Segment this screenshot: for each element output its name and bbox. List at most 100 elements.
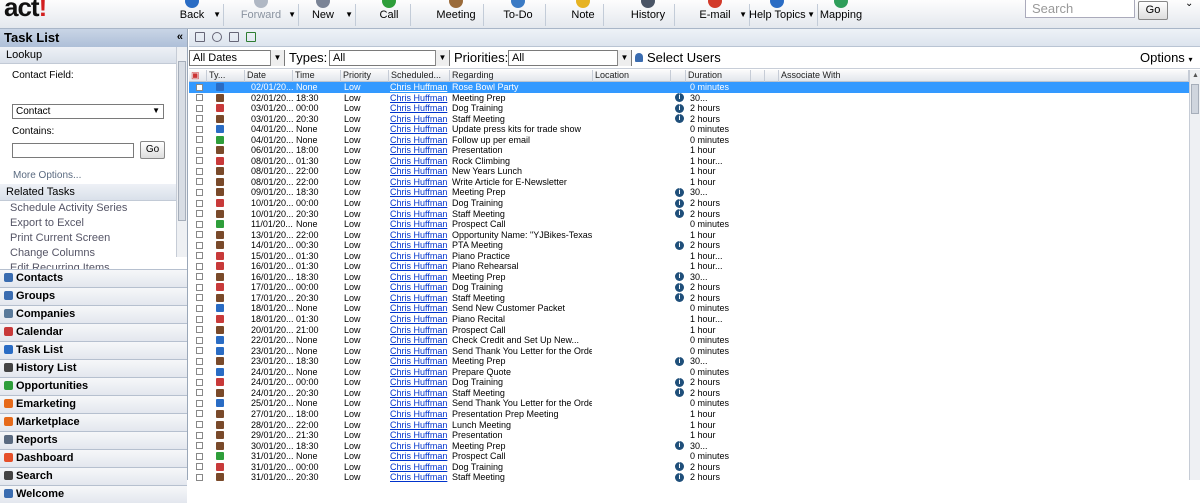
table-row[interactable]: 04/01/20... None Low Chris Huffman Update pr… (189, 124, 1189, 135)
row-checkbox[interactable] (196, 336, 203, 344)
nav-item-emarketing[interactable]: Emarketing (0, 395, 187, 413)
attachment-col-icon[interactable] (751, 70, 765, 82)
toolbar-button-e-mail[interactable]: E-mail ▼ (693, 0, 747, 29)
types-select[interactable]: All ▼ (329, 50, 450, 66)
row-checkbox[interactable] (196, 463, 203, 471)
nav-item-welcome[interactable]: Welcome (0, 485, 187, 503)
table-row[interactable]: 11/01/20... None Low Chris Huffman Prospect … (189, 219, 1189, 230)
row-scheduled-link[interactable]: Chris Huffman (390, 367, 448, 378)
row-scheduled-link[interactable]: Chris Huffman (390, 219, 448, 230)
related-task-item[interactable]: Edit Recurring Items (0, 261, 187, 269)
more-options-link[interactable]: More Options... (13, 170, 81, 181)
row-scheduled-link[interactable]: Chris Huffman (390, 251, 448, 262)
columns-icon[interactable] (229, 32, 240, 42)
col-date[interactable]: Date (245, 70, 293, 82)
chevron-down-icon[interactable]: ▼ (288, 10, 296, 19)
row-checkbox[interactable] (196, 146, 203, 154)
nav-item-contacts[interactable]: Contacts (0, 269, 187, 287)
nav-item-search[interactable]: Search (0, 467, 187, 485)
nav-item-dashboard[interactable]: Dashboard (0, 449, 187, 467)
row-scheduled-link[interactable]: Chris Huffman (390, 398, 448, 409)
nav-item-groups[interactable]: Groups (0, 287, 187, 305)
row-checkbox[interactable] (196, 125, 203, 133)
row-checkbox[interactable] (196, 167, 203, 175)
table-row[interactable]: 30/01/20... 18:30 Low Chris Huffman Meeting … (189, 441, 1189, 452)
nav-item-calendar[interactable]: Calendar (0, 323, 187, 341)
table-row[interactable]: 24/01/20... 20:30 Low Chris Huffman Staff Me… (189, 388, 1189, 399)
table-row[interactable]: 17/01/20... 00:00 Low Chris Huffman Dog Trai… (189, 282, 1189, 293)
row-scheduled-link[interactable]: Chris Huffman (390, 145, 448, 156)
row-scheduled-link[interactable]: Chris Huffman (390, 356, 448, 367)
nav-item-task-list[interactable]: Task List (0, 341, 187, 359)
search-input[interactable]: Search (1025, 0, 1135, 18)
table-row[interactable]: 18/01/20... 01:30 Low Chris Huffman Piano Re… (189, 314, 1189, 325)
left-scrollbar[interactable] (176, 47, 187, 257)
row-scheduled-link[interactable]: Chris Huffman (390, 135, 448, 146)
nav-item-companies[interactable]: Companies (0, 305, 187, 323)
row-checkbox[interactable] (196, 389, 203, 397)
row-checkbox[interactable] (196, 294, 203, 302)
table-row[interactable]: 17/01/20... 20:30 Low Chris Huffman Staff Me… (189, 293, 1189, 304)
row-checkbox[interactable] (196, 157, 203, 165)
toolbar-button-forward[interactable]: Forward ▼ (236, 0, 296, 29)
col-type[interactable]: Ty... (207, 70, 245, 82)
search-go-button[interactable]: Go (1138, 1, 1168, 20)
table-row[interactable]: 16/01/20... 18:30 Low Chris Huffman Meeting … (189, 272, 1189, 283)
row-checkbox[interactable] (196, 326, 203, 334)
scroll-up-icon[interactable]: ▲ (1192, 72, 1199, 79)
lookup-header[interactable]: Lookup (0, 47, 187, 64)
table-row[interactable]: 31/01/20... None Low Chris Huffman Prospect … (189, 451, 1189, 462)
contains-input[interactable] (12, 143, 134, 158)
row-scheduled-link[interactable]: Chris Huffman (390, 451, 448, 462)
related-task-item[interactable]: Schedule Activity Series (0, 201, 187, 216)
row-scheduled-link[interactable]: Chris Huffman (390, 472, 448, 483)
row-checkbox[interactable] (196, 368, 203, 376)
chevron-down-icon[interactable]: ▼ (807, 10, 815, 19)
table-row[interactable]: 22/01/20... None Low Chris Huffman Check Cre… (189, 335, 1189, 346)
table-row[interactable]: 14/01/20... 00:30 Low Chris Huffman PTA Meet… (189, 240, 1189, 251)
row-checkbox[interactable] (196, 304, 203, 312)
toolbar-button-help-topics[interactable]: Help Topics ▼ (749, 0, 815, 29)
row-scheduled-link[interactable]: Chris Huffman (390, 377, 448, 388)
row-checkbox[interactable] (196, 83, 203, 91)
row-scheduled-link[interactable]: Chris Huffman (390, 430, 448, 441)
toolbar-button-to-do[interactable]: To-Do (495, 0, 541, 29)
row-scheduled-link[interactable]: Chris Huffman (390, 187, 448, 198)
row-checkbox[interactable] (196, 199, 203, 207)
table-row[interactable]: 23/01/20... 18:30 Low Chris Huffman Meeting … (189, 356, 1189, 367)
row-checkbox[interactable] (196, 347, 203, 355)
related-task-item[interactable]: Change Columns (0, 246, 187, 261)
col-scheduled[interactable]: Scheduled... (389, 70, 450, 82)
grid-scrollbar[interactable]: ▲ (1189, 70, 1200, 480)
nav-item-history-list[interactable]: History List (0, 359, 187, 377)
row-scheduled-link[interactable]: Chris Huffman (390, 114, 448, 125)
row-checkbox[interactable] (196, 241, 203, 249)
priorities-select[interactable]: All ▼ (508, 50, 632, 66)
row-scheduled-link[interactable]: Chris Huffman (390, 314, 448, 325)
row-checkbox[interactable] (196, 410, 203, 418)
table-row[interactable]: 03/01/20... 00:00 Low Chris Huffman Dog Trai… (189, 103, 1189, 114)
row-scheduled-link[interactable]: Chris Huffman (390, 156, 448, 167)
row-scheduled-link[interactable]: Chris Huffman (390, 272, 448, 283)
row-scheduled-link[interactable]: Chris Huffman (390, 177, 448, 188)
row-scheduled-link[interactable]: Chris Huffman (390, 325, 448, 336)
collapse-icon[interactable]: « (177, 31, 183, 43)
row-checkbox[interactable] (196, 210, 203, 218)
row-checkbox[interactable] (196, 378, 203, 386)
row-scheduled-link[interactable]: Chris Huffman (390, 198, 448, 209)
types-dropdown-icon[interactable]: ▼ (435, 50, 449, 66)
col-priority[interactable]: Priority (341, 70, 389, 82)
related-task-item[interactable]: Export to Excel (0, 216, 187, 231)
chevron-down-icon[interactable]: ▼ (345, 10, 353, 19)
nav-item-reports[interactable]: Reports (0, 431, 187, 449)
row-scheduled-link[interactable]: Chris Huffman (390, 209, 448, 220)
row-checkbox[interactable] (196, 315, 203, 323)
table-row[interactable]: 31/01/20... 00:00 Low Chris Huffman Dog Trai… (189, 462, 1189, 473)
table-row[interactable]: 23/01/20... None Low Chris Huffman Send Than… (189, 346, 1189, 357)
row-scheduled-link[interactable]: Chris Huffman (390, 230, 448, 241)
table-row[interactable]: 02/01/20... 18:30 Low Chris Huffman Meeting … (189, 93, 1189, 104)
table-row[interactable]: 28/01/20... 22:00 Low Chris Huffman Lunch Me… (189, 420, 1189, 431)
search-icon[interactable] (212, 32, 223, 42)
row-scheduled-link[interactable]: Chris Huffman (390, 441, 448, 452)
contact-field-select[interactable]: Contact (12, 104, 164, 119)
